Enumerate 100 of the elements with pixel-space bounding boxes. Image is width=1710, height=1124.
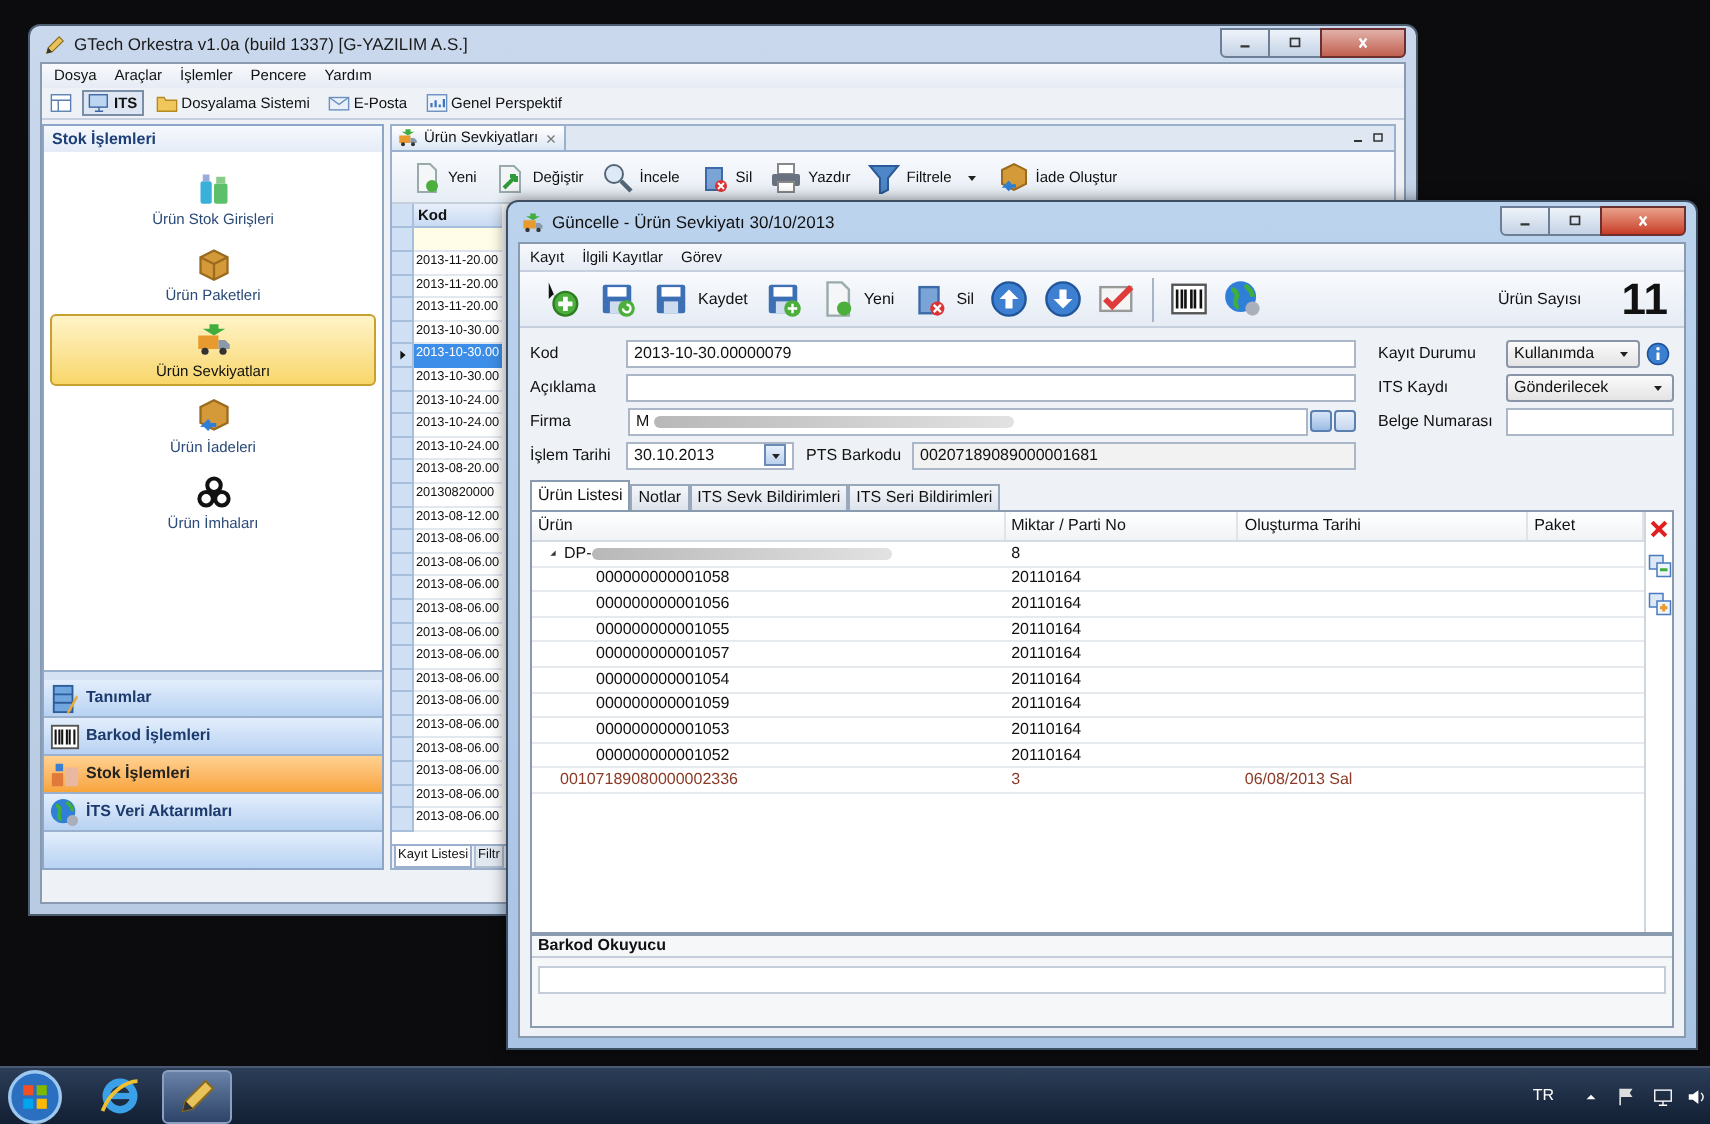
info-icon[interactable] bbox=[1646, 341, 1670, 365]
browser-icon bbox=[100, 1076, 140, 1116]
navigator-group[interactable]: İTS Veri Aktarımları bbox=[44, 794, 382, 832]
splitter-grip[interactable] bbox=[44, 670, 382, 680]
row-header-cell[interactable] bbox=[392, 576, 414, 600]
filter-cell[interactable] bbox=[414, 228, 502, 252]
input-field[interactable]: 2013-10-30.00000079 bbox=[626, 339, 1356, 367]
navigator-group[interactable]: Stok İşlemleri bbox=[44, 756, 382, 794]
table-cell: 20110164 bbox=[1011, 671, 1082, 688]
navigator-group[interactable]: Tanımlar bbox=[44, 680, 382, 718]
taskbar-button[interactable] bbox=[162, 1069, 232, 1123]
tab[interactable]: Notlar bbox=[630, 484, 690, 510]
close-button[interactable] bbox=[1320, 28, 1406, 58]
delete-icon[interactable] bbox=[1648, 518, 1670, 540]
tab[interactable]: ITS Sevk Bildirimleri bbox=[689, 484, 849, 510]
row-header-cell[interactable] bbox=[392, 669, 414, 693]
row-header-cell[interactable] bbox=[392, 414, 414, 438]
minimize-button[interactable] bbox=[1500, 206, 1550, 236]
minimize-button[interactable] bbox=[1220, 28, 1270, 58]
delete-button[interactable]: Sil bbox=[910, 280, 975, 318]
globe-icon bbox=[50, 797, 80, 827]
input-field[interactable]: 30.10.2013 bbox=[626, 441, 794, 469]
row-header-cell[interactable] bbox=[392, 646, 414, 670]
box-icon bbox=[997, 161, 1030, 193]
checkmark-icon[interactable] bbox=[1098, 280, 1137, 318]
row-header-cell[interactable] bbox=[392, 391, 414, 415]
save-icon[interactable] bbox=[763, 280, 802, 318]
speaker-icon[interactable] bbox=[1686, 1085, 1708, 1107]
tab[interactable]: ITS Seri Bildirimleri bbox=[848, 484, 1001, 510]
row-header-cell[interactable] bbox=[392, 623, 414, 647]
input-field[interactable] bbox=[1506, 407, 1674, 435]
input-field[interactable] bbox=[626, 373, 1356, 401]
maximize-button[interactable] bbox=[1270, 28, 1320, 58]
barcode-icon bbox=[50, 721, 80, 751]
table-cell: 20110164 bbox=[1011, 747, 1082, 764]
add-icon[interactable] bbox=[544, 280, 582, 318]
navigator-group[interactable]: Barkod İşlemleri bbox=[44, 718, 382, 756]
column-header[interactable]: Ürün bbox=[532, 512, 1006, 540]
input-field[interactable]: M bbox=[628, 407, 1308, 435]
row-pointer-icon bbox=[395, 348, 409, 363]
row-header-cell[interactable] bbox=[392, 507, 414, 531]
row-header-cell[interactable] bbox=[392, 367, 414, 392]
close-icon[interactable] bbox=[544, 131, 559, 145]
row-header-cell[interactable] bbox=[392, 437, 414, 461]
row-header-cell[interactable] bbox=[392, 599, 414, 623]
column-header[interactable]: Oluşturma Tarihi bbox=[1238, 512, 1529, 540]
browse-button[interactable] bbox=[1310, 410, 1332, 432]
globe-icon[interactable] bbox=[1224, 280, 1263, 318]
counter-label: Ürün Sayısı bbox=[1497, 291, 1582, 307]
dropdown[interactable]: Gönderilecek bbox=[1506, 373, 1674, 401]
new-button[interactable]: Yeni bbox=[817, 280, 895, 318]
row-header-cell[interactable] bbox=[392, 785, 414, 809]
row-header-cell[interactable] bbox=[392, 692, 414, 716]
row-header-cell[interactable] bbox=[392, 344, 414, 368]
table-cell: 20110164 bbox=[1011, 570, 1082, 587]
row-header-cell[interactable] bbox=[392, 483, 414, 508]
biohazard-icon bbox=[195, 473, 231, 510]
input-field[interactable]: 00207189089000001681 bbox=[912, 441, 1356, 469]
dropdown-button[interactable] bbox=[764, 444, 786, 466]
row-header-cell[interactable] bbox=[392, 530, 414, 554]
row-header-cell[interactable] bbox=[392, 252, 414, 276]
panel-title: Barkod Okuyucu bbox=[532, 936, 1672, 958]
copy-icon[interactable] bbox=[1647, 592, 1671, 616]
row-header-cell[interactable] bbox=[392, 275, 414, 299]
row-header-cell[interactable] bbox=[392, 738, 414, 763]
row-header-cell[interactable] bbox=[392, 715, 414, 739]
language-indicator[interactable]: TR bbox=[1532, 1088, 1554, 1104]
close-button[interactable] bbox=[1600, 206, 1686, 236]
tab[interactable]: Ürün Listesi bbox=[530, 480, 631, 510]
save-icon[interactable] bbox=[598, 280, 636, 318]
row-header-cell[interactable] bbox=[392, 298, 414, 322]
row-header-cell[interactable] bbox=[392, 321, 414, 345]
boxes-icon bbox=[50, 759, 80, 789]
row-header-cell bbox=[392, 204, 414, 228]
row-header-cell[interactable] bbox=[392, 762, 414, 786]
start-button[interactable] bbox=[8, 1069, 62, 1123]
row-header-cell[interactable] bbox=[392, 553, 414, 577]
table-cell: 000000000001057 bbox=[596, 646, 730, 663]
copy-icon[interactable] bbox=[1647, 554, 1671, 578]
expander-icon[interactable] bbox=[546, 546, 560, 561]
row-header-cell[interactable] bbox=[392, 808, 414, 832]
barcode-icon[interactable] bbox=[1170, 280, 1209, 318]
network-icon[interactable] bbox=[1652, 1085, 1674, 1107]
column-header[interactable]: Paket bbox=[1528, 512, 1644, 540]
flag-icon[interactable] bbox=[1616, 1085, 1638, 1107]
layout-icon[interactable] bbox=[50, 92, 72, 114]
dropdown[interactable]: Kullanımda bbox=[1506, 339, 1640, 367]
window-title: Güncelle - Ürün Sevkiyatı 30/10/2013 bbox=[552, 213, 835, 231]
maximize-icon[interactable] bbox=[1370, 130, 1386, 146]
column-header[interactable]: Miktar / Parti No bbox=[1005, 512, 1239, 540]
table-cell: 000000000001053 bbox=[596, 721, 730, 738]
maximize-button[interactable] bbox=[1550, 206, 1600, 236]
close-icon bbox=[1354, 34, 1372, 52]
field-label: İşlem Tarihi bbox=[530, 447, 613, 463]
clear-button[interactable] bbox=[1334, 410, 1356, 432]
field-label: PTS Barkodu bbox=[806, 447, 904, 463]
table-cell: 20110164 bbox=[1011, 646, 1082, 663]
row-header-cell[interactable] bbox=[392, 460, 414, 484]
save-button[interactable]: Kaydet bbox=[652, 280, 748, 318]
barcode-input-field[interactable] bbox=[538, 966, 1666, 994]
